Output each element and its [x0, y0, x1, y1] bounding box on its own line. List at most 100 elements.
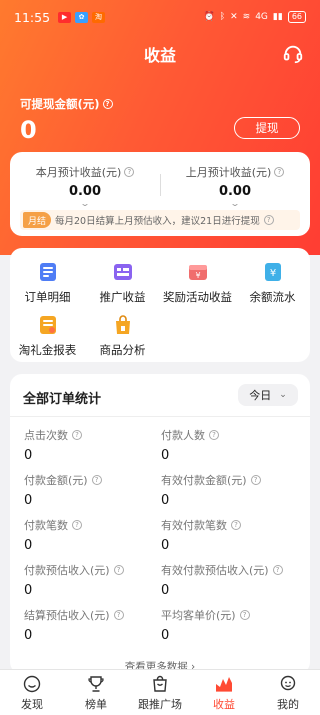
menu-label: 商品分析 — [99, 343, 146, 357]
metric-valid-payment-count: 有效付款笔数? 0 — [161, 517, 301, 553]
order-stats-card: 全部订单统计 今日 ⌄ 点击次数? 0 付款人数? 0 付款金额(元)? 0 有… — [10, 374, 310, 674]
metric-value: 0 — [24, 583, 33, 598]
battery-icon: 66 — [287, 11, 306, 23]
menu-item-reward-income[interactable]: ¥ 奖励活动收益 — [160, 261, 235, 305]
menu-label: 淘礼金报表 — [18, 343, 77, 357]
help-icon[interactable]: ? — [231, 520, 241, 530]
tab-label: 榜单 — [85, 697, 107, 711]
metric-label: 付款人数 — [161, 429, 205, 442]
metric-payment-amount: 付款金额(元)? 0 — [24, 472, 164, 508]
reward-icon: ¥ — [188, 265, 207, 280]
tab-discover[interactable]: 发现 — [0, 670, 64, 715]
app-notification-icon: ✿ — [75, 11, 89, 23]
metric-value: 0 — [24, 493, 33, 508]
svg-text:¥: ¥ — [195, 271, 200, 280]
help-icon[interactable]: ? — [250, 475, 261, 485]
last-month-estimate[interactable]: 上月预计收益(元) ? 0.00 ⌄ — [160, 164, 310, 208]
menu-label: 订单明细 — [24, 290, 71, 304]
metric-label: 付款预估收入(元) — [24, 564, 110, 577]
help-icon[interactable]: ? — [124, 167, 135, 177]
help-icon[interactable]: ? — [113, 565, 124, 575]
help-icon[interactable]: ? — [209, 430, 219, 440]
settlement-notice: 月结 每月20日结算上月预估收入，建议21日进行提现 ? — [20, 210, 300, 230]
help-icon[interactable]: ? — [272, 565, 283, 575]
this-month-label: 本月预计收益(元) — [35, 166, 122, 179]
withdraw-button[interactable]: 提现 — [234, 117, 300, 139]
menu-item-promotion-income[interactable]: 推广收益 — [85, 261, 160, 305]
metric-label: 点击次数 — [24, 429, 68, 442]
notice-tag: 月结 — [23, 212, 52, 228]
menu-label: 余额流水 — [249, 290, 296, 304]
mute-icon: ✕ — [230, 12, 238, 22]
bottom-tab-bar: 发现 榜单 跟推广场 收益 我的 — [0, 669, 320, 715]
help-icon[interactable]: ? — [72, 520, 82, 530]
metric-value: 0 — [161, 448, 170, 463]
alarm-icon: ⏰ — [203, 12, 215, 22]
metric-value: 0 — [24, 538, 33, 553]
metric-value: 0 — [24, 448, 33, 463]
last-month-label: 上月预计收益(元) — [185, 166, 272, 179]
menu-item-gift-report[interactable]: 淘礼金报表 — [10, 314, 85, 358]
nav-bar: 收益 — [0, 34, 320, 74]
tab-ranking[interactable]: 榜单 — [64, 670, 128, 715]
chevron-down-icon: ⌄ — [229, 199, 241, 208]
promotion-icon — [113, 264, 132, 280]
tab-label: 收益 — [213, 697, 235, 711]
balance-icon: ¥ — [264, 263, 281, 281]
menu-label: 奖励活动收益 — [163, 290, 232, 304]
stats-title: 全部订单统计 — [23, 392, 102, 407]
status-time: 11:55 — [14, 9, 51, 25]
metric-value: 0 — [161, 628, 170, 643]
discover-face-icon — [23, 675, 41, 692]
taobao-icon: 淘 — [92, 11, 106, 23]
status-bar: 11:55 ▶ ✿ 淘 ⏰ ᛒ ✕ ≋ 4G ▮▮ 66 — [0, 0, 320, 34]
signal-icon: 4G — [255, 12, 268, 22]
trophy-icon — [88, 675, 104, 692]
divider — [10, 416, 310, 417]
withdrawable-section: 可提现金额(元) ? 0 — [20, 96, 113, 144]
tab-earnings[interactable]: 收益 — [192, 670, 256, 715]
help-icon[interactable]: ? — [274, 167, 285, 177]
help-icon[interactable]: ? — [263, 215, 274, 225]
metric-paying-users: 付款人数? 0 — [161, 427, 301, 463]
gift-report-icon — [39, 316, 56, 334]
metric-label: 有效付款预估收入(元) — [161, 564, 269, 577]
withdrawable-label-row: 可提现金额(元) ? — [20, 96, 113, 112]
last-month-value: 0.00 — [218, 184, 252, 199]
customer-service-icon[interactable] — [282, 43, 304, 65]
help-icon[interactable]: ? — [113, 610, 124, 620]
order-list-icon — [39, 263, 56, 281]
metric-valid-estimated-income: 有效付款预估收入(元)? 0 — [161, 562, 301, 598]
notice-text: 每月20日结算上月预估收入，建议21日进行提现 — [55, 216, 260, 227]
withdrawable-label: 可提现金额(元) — [20, 97, 100, 111]
shopping-bag-icon — [115, 315, 130, 334]
tab-promotion-square[interactable]: 跟推广场 — [128, 670, 192, 715]
shopping-bag-icon — [153, 675, 167, 692]
metric-label: 付款笔数 — [24, 519, 68, 532]
menu-label: 推广收益 — [99, 290, 146, 304]
menu-item-order-details[interactable]: 订单明细 — [10, 261, 85, 305]
tab-mine[interactable]: 我的 — [256, 670, 320, 715]
period-value: 今日 — [249, 389, 272, 402]
bluetooth-icon: ᛒ — [219, 12, 226, 22]
page-title: 收益 — [143, 46, 176, 65]
metric-value: 0 — [161, 538, 170, 553]
help-icon[interactable]: ? — [102, 99, 113, 109]
period-select[interactable]: 今日 ⌄ — [238, 384, 298, 406]
metric-label: 有效付款笔数 — [161, 519, 227, 532]
wifi-icon: ≋ — [242, 12, 251, 22]
estimates-card: 本月预计收益(元) ? 0.00 ⌄ 上月预计收益(元) ? 0.00 ⌄ 月结… — [10, 152, 310, 236]
chevron-down-icon: ⌄ — [279, 390, 287, 400]
metric-label: 付款金额(元) — [24, 474, 88, 487]
help-icon[interactable]: ? — [72, 430, 82, 440]
metric-payment-count: 付款笔数? 0 — [24, 517, 164, 553]
earnings-chart-icon — [216, 676, 232, 692]
withdrawable-amount: 0 — [20, 116, 37, 144]
metric-valid-payment-amount: 有效付款金额(元)? 0 — [161, 472, 301, 508]
help-icon[interactable]: ? — [239, 610, 250, 620]
svg-text:¥: ¥ — [269, 268, 275, 279]
help-icon[interactable]: ? — [91, 475, 102, 485]
tab-label: 发现 — [21, 697, 43, 711]
menu-item-balance-flow[interactable]: ¥ 余额流水 — [235, 261, 310, 305]
menu-item-product-analysis[interactable]: 商品分析 — [85, 314, 160, 358]
